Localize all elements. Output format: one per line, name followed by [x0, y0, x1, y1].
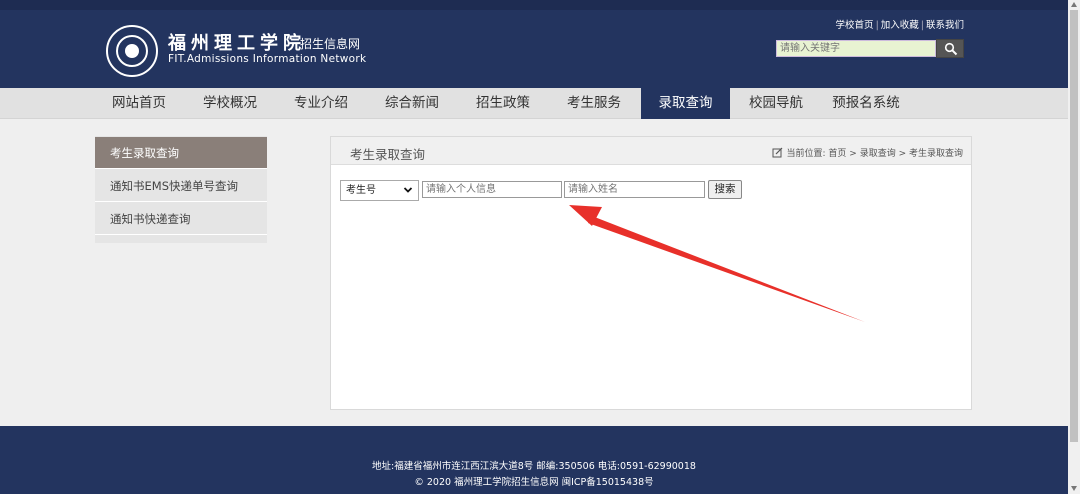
page-scrollbar[interactable]: [1068, 0, 1080, 494]
scroll-up-icon[interactable]: [1070, 1, 1078, 9]
scroll-thumb[interactable]: [1070, 10, 1078, 442]
site-footer: 地址:福建省福州市连江西江滨大道8号 邮编:350506 电话:0591-629…: [0, 426, 1068, 494]
scroll-down-icon[interactable]: [1070, 484, 1078, 492]
annotation-arrow: [569, 205, 865, 322]
footer-address: 地址:福建省福州市连江西江滨大道8号 邮编:350506 电话:0591-629…: [372, 461, 696, 472]
footer-copyright: © 2020 福州理工学院招生信息网 闽ICP备15015438号: [414, 477, 654, 488]
